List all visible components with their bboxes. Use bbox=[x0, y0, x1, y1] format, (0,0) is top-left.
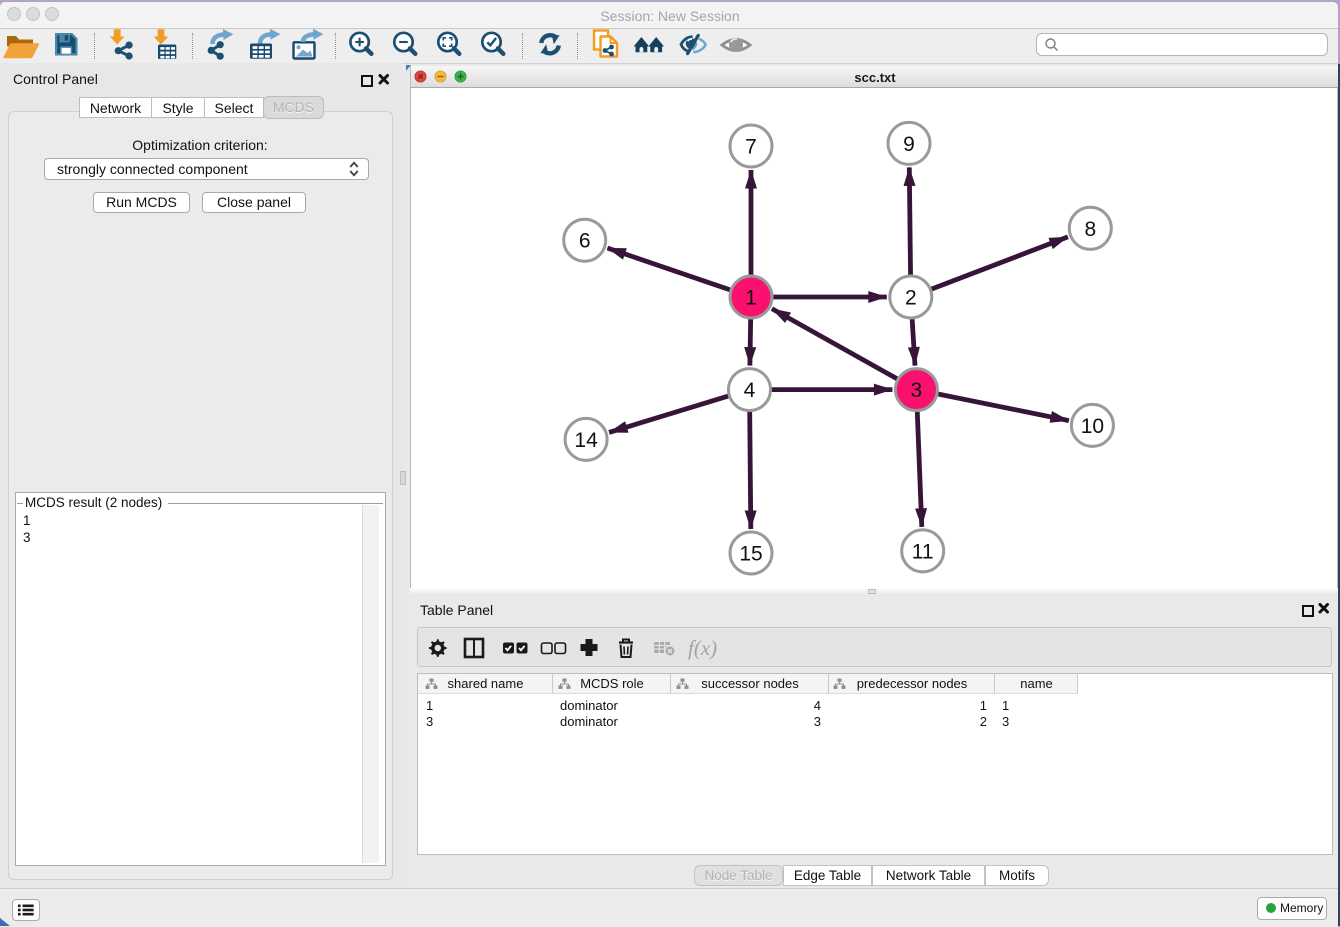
svg-text:8: 8 bbox=[1084, 218, 1096, 241]
svg-text:f(x): f(x) bbox=[688, 636, 717, 660]
svg-text:10: 10 bbox=[1081, 415, 1104, 438]
svg-text:9: 9 bbox=[903, 133, 915, 156]
svg-text:4: 4 bbox=[744, 379, 756, 402]
svg-text:7: 7 bbox=[745, 136, 757, 159]
svg-text:15: 15 bbox=[739, 543, 762, 566]
svg-text:3: 3 bbox=[911, 379, 923, 402]
svg-text:2: 2 bbox=[905, 287, 917, 310]
svg-text:1: 1 bbox=[745, 287, 757, 310]
svg-text:6: 6 bbox=[579, 230, 591, 253]
svg-text:11: 11 bbox=[912, 540, 934, 563]
svg-text:14: 14 bbox=[574, 429, 598, 452]
